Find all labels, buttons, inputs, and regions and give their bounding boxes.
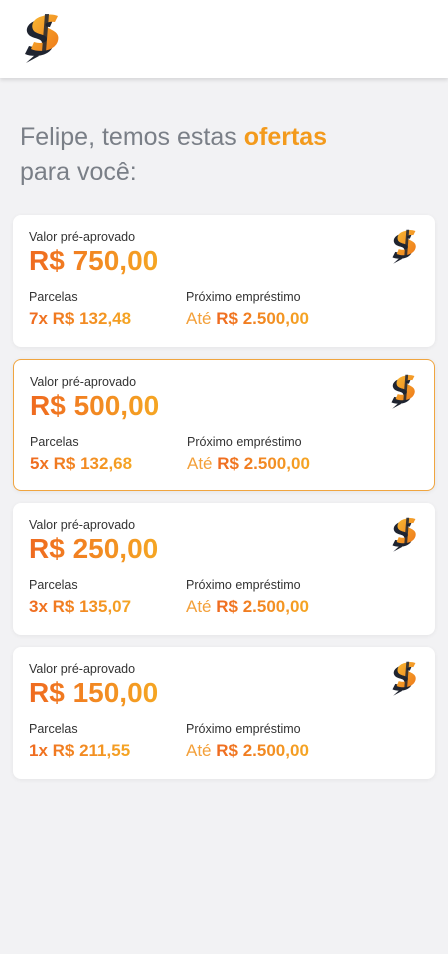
installments-value: 7x R$ 132,48 [29,309,132,328]
dollar-logo-icon [389,517,421,553]
title-prefix: Felipe, temos estas [20,123,244,151]
dollar-logo-icon [388,374,420,410]
next-loan-prefix: Até [186,741,212,760]
next-loan-value: Até R$ 2.500,00 [186,741,309,761]
next-loan-label: Próximo empréstimo [186,722,301,736]
approved-amount: R$ 150,00 [29,677,159,708]
next-loan-label: Próximo empréstimo [187,435,302,449]
installments-value: 3x R$ 135,07 [29,597,132,616]
dollar-logo-icon [389,661,421,697]
approved-amount: R$ 250,00 [29,533,159,564]
next-loan-prefix: Até [187,454,213,473]
installments-label: Parcelas [29,722,78,736]
next-loan-value: Até R$ 2.500,00 [186,597,309,617]
page-title: Felipe, temos estas ofertas para você: [20,120,420,190]
dollar-logo-icon[interactable] [20,14,66,64]
installments-label: Parcelas [29,290,78,304]
title-suffix: para você: [20,158,137,186]
installments-label: Parcelas [30,435,79,449]
installments-value: 5x R$ 132,68 [30,454,133,473]
next-loan-amount: R$ 2.500,00 [216,309,309,328]
installments-value: 1x R$ 211,55 [29,741,131,760]
approved-label: Valor pré-aprovado [29,230,136,244]
offer-card[interactable]: Valor pré-aprovado R$ 750,00 Parcelas 7x… [13,215,435,347]
next-loan-label: Próximo empréstimo [186,290,301,304]
offer-card-selected[interactable]: Valor pré-aprovado R$ 500,00 Parcelas 5x… [13,359,435,491]
next-loan-prefix: Até [186,309,212,328]
app-header [0,0,448,78]
dollar-logo-icon [389,229,421,265]
next-loan-value: Até R$ 2.500,00 [186,309,309,329]
next-loan-prefix: Até [186,597,212,616]
title-highlight: ofertas [243,123,328,151]
approved-amount: R$ 500,00 [30,390,160,421]
approved-label: Valor pré-aprovado [29,662,136,676]
approved-label: Valor pré-aprovado [29,518,136,532]
next-loan-value: Até R$ 2.500,00 [187,454,310,474]
next-loan-amount: R$ 2.500,00 [217,454,310,473]
next-loan-amount: R$ 2.500,00 [216,597,309,616]
offer-card[interactable]: Valor pré-aprovado R$ 250,00 Parcelas 3x… [13,503,435,635]
next-loan-amount: R$ 2.500,00 [216,741,309,760]
offer-card[interactable]: Valor pré-aprovado R$ 150,00 Parcelas 1x… [13,647,435,779]
approved-label: Valor pré-aprovado [30,375,137,389]
approved-amount: R$ 750,00 [29,245,159,276]
installments-label: Parcelas [29,578,78,592]
next-loan-label: Próximo empréstimo [186,578,301,592]
